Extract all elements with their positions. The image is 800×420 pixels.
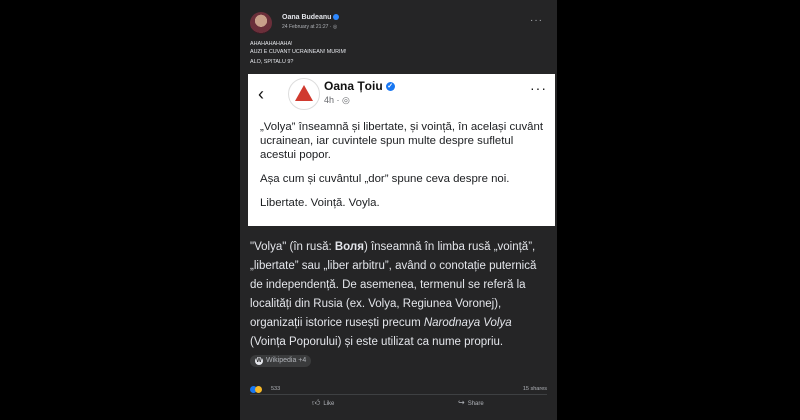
- cyrillic-term: Воля: [334, 241, 364, 253]
- screenshot-time: 4h · ◎: [324, 95, 350, 105]
- post-caption: AHAHAHAHAHA! AUZI E CUVANT UCRAINEAN! MU…: [250, 41, 347, 67]
- divider: [250, 394, 547, 395]
- screenshot-author-name: Oana Țoiu ✓: [324, 79, 395, 93]
- share-button[interactable]: ↪ Share: [458, 398, 484, 407]
- more-options-icon[interactable]: ···: [530, 15, 543, 26]
- screenshot-more-icon: ···: [530, 80, 547, 96]
- post-header: Oana Budeanu 24 February at 21:27 · ◎ ··…: [250, 12, 547, 38]
- verified-icon: [333, 14, 340, 21]
- embedded-screenshot[interactable]: ‹ Oana Țoiu ✓ 4h · ◎ ··· „Volya” înseamnă…: [248, 74, 555, 226]
- globe-icon: ◎: [342, 95, 350, 105]
- caption-line: AHAHAHAHAHA!: [250, 41, 293, 47]
- screenshot-text: „Volya” înseamnă și libertate, și voință…: [260, 120, 550, 220]
- context-note: "Volya" (în rusă: Воля) înseamnă în limb…: [250, 238, 550, 371]
- author-name[interactable]: Oana Budeanu: [282, 14, 340, 21]
- wikipedia-source-chip[interactable]: W Wikipedia +4: [250, 354, 312, 367]
- post-timestamp[interactable]: 24 February at 21:27 · ◎: [282, 24, 337, 30]
- haha-reaction-icon: [255, 386, 262, 393]
- globe-icon: ◎: [332, 24, 338, 30]
- verified-icon: ✓: [385, 82, 395, 92]
- screenshot-paragraph: Libertate. Voință. Voyla.: [260, 197, 380, 209]
- thumbs-up-icon: 👍︎: [312, 398, 321, 407]
- reaction-count[interactable]: 533: [271, 386, 280, 392]
- like-button[interactable]: 👍︎ Like: [312, 398, 334, 408]
- logo-icon: [295, 85, 313, 101]
- caption-line: ALO, SPITALU 9?: [250, 59, 294, 65]
- screenshot-paragraph: „Volya” înseamnă și libertate, și voință…: [260, 121, 544, 161]
- wikipedia-icon: W: [255, 356, 263, 365]
- caption-line: AUZI E CUVANT UCRAINEAN! MURIM!: [250, 48, 347, 55]
- share-icon: ↪: [458, 398, 465, 407]
- facebook-post: Oana Budeanu 24 February at 21:27 · ◎ ··…: [240, 0, 557, 420]
- author-avatar[interactable]: [250, 12, 272, 34]
- screenshot-paragraph: Așa cum și cuvântul „dor” spune ceva des…: [260, 173, 510, 185]
- organization-name: Narodnaya Volya: [423, 317, 512, 329]
- share-count[interactable]: 15 shares: [523, 386, 547, 392]
- screenshot-avatar: [288, 78, 320, 110]
- back-arrow-icon: ‹: [258, 84, 264, 104]
